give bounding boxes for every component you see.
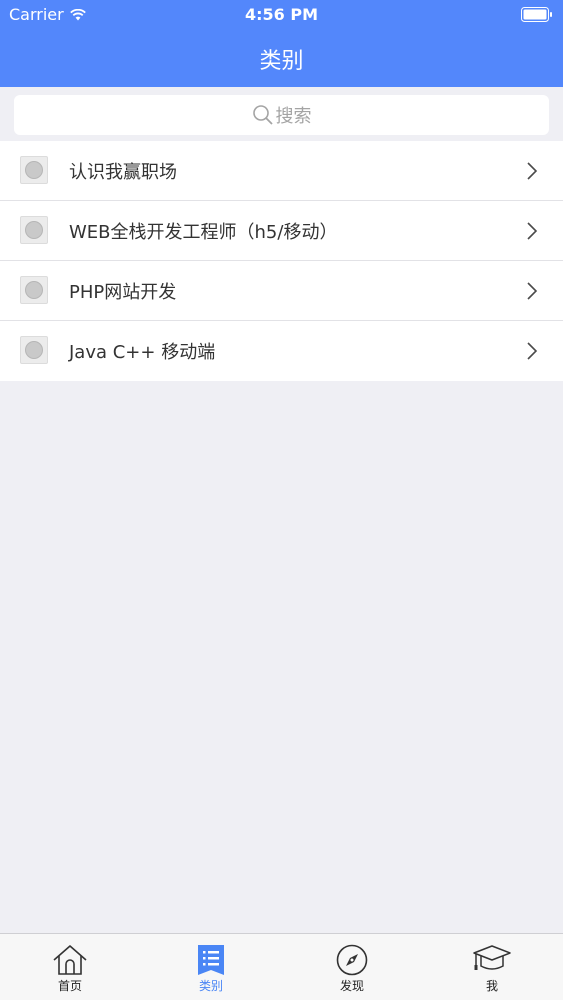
category-thumbnail xyxy=(20,336,48,364)
list-item[interactable]: PHP网站开发 xyxy=(0,261,563,321)
category-thumbnail xyxy=(20,156,48,184)
status-time: 4:56 PM xyxy=(244,5,318,24)
home-icon xyxy=(53,945,87,975)
category-label: 认识我赢职场 xyxy=(69,161,177,183)
tab-label: 类别 xyxy=(198,979,223,993)
search-input[interactable]: 搜索 xyxy=(14,95,549,135)
search-icon xyxy=(252,105,273,125)
category-list: 认识我赢职场 WEB全栈开发工程师（h5/移动） PHP网站开发 Java C+… xyxy=(0,141,563,381)
chevron-right-icon xyxy=(527,342,538,360)
list-item[interactable]: Java C++ 移动端 xyxy=(0,321,563,381)
tab-label: 发现 xyxy=(339,979,364,993)
list-item[interactable]: WEB全栈开发工程师（h5/移动） xyxy=(0,201,563,261)
category-label: PHP网站开发 xyxy=(69,281,177,303)
battery-icon xyxy=(521,7,552,22)
tab-discover[interactable]: 发现 xyxy=(312,934,392,1000)
category-thumbnail xyxy=(20,216,48,244)
search-placeholder: 搜索 xyxy=(275,106,312,127)
chevron-right-icon xyxy=(527,222,538,240)
list-item[interactable]: 认识我赢职场 xyxy=(0,141,563,201)
tab-label: 我 xyxy=(485,979,498,993)
status-bar: Carrier 4:56 PM xyxy=(0,0,563,28)
tab-category[interactable]: 类别 xyxy=(171,934,251,1000)
chevron-right-icon xyxy=(527,282,538,300)
search-bar: 搜索 xyxy=(0,87,563,141)
tab-bar: 首页 类别 发现 我 xyxy=(0,933,563,1000)
tab-label: 首页 xyxy=(57,979,82,993)
category-label: WEB全栈开发工程师（h5/移动） xyxy=(69,221,338,243)
page-title: 类别 xyxy=(259,49,304,74)
tab-me[interactable]: 我 xyxy=(452,934,532,1000)
list-icon xyxy=(198,945,224,975)
category-label: Java C++ 移动端 xyxy=(69,342,216,363)
compass-icon xyxy=(336,944,368,976)
tab-home[interactable]: 首页 xyxy=(30,934,110,1000)
chevron-right-icon xyxy=(527,162,538,180)
graduation-cap-icon xyxy=(473,945,511,970)
category-thumbnail xyxy=(20,276,48,304)
navigation-header: Carrier 4:56 PM 类别 xyxy=(0,0,563,87)
